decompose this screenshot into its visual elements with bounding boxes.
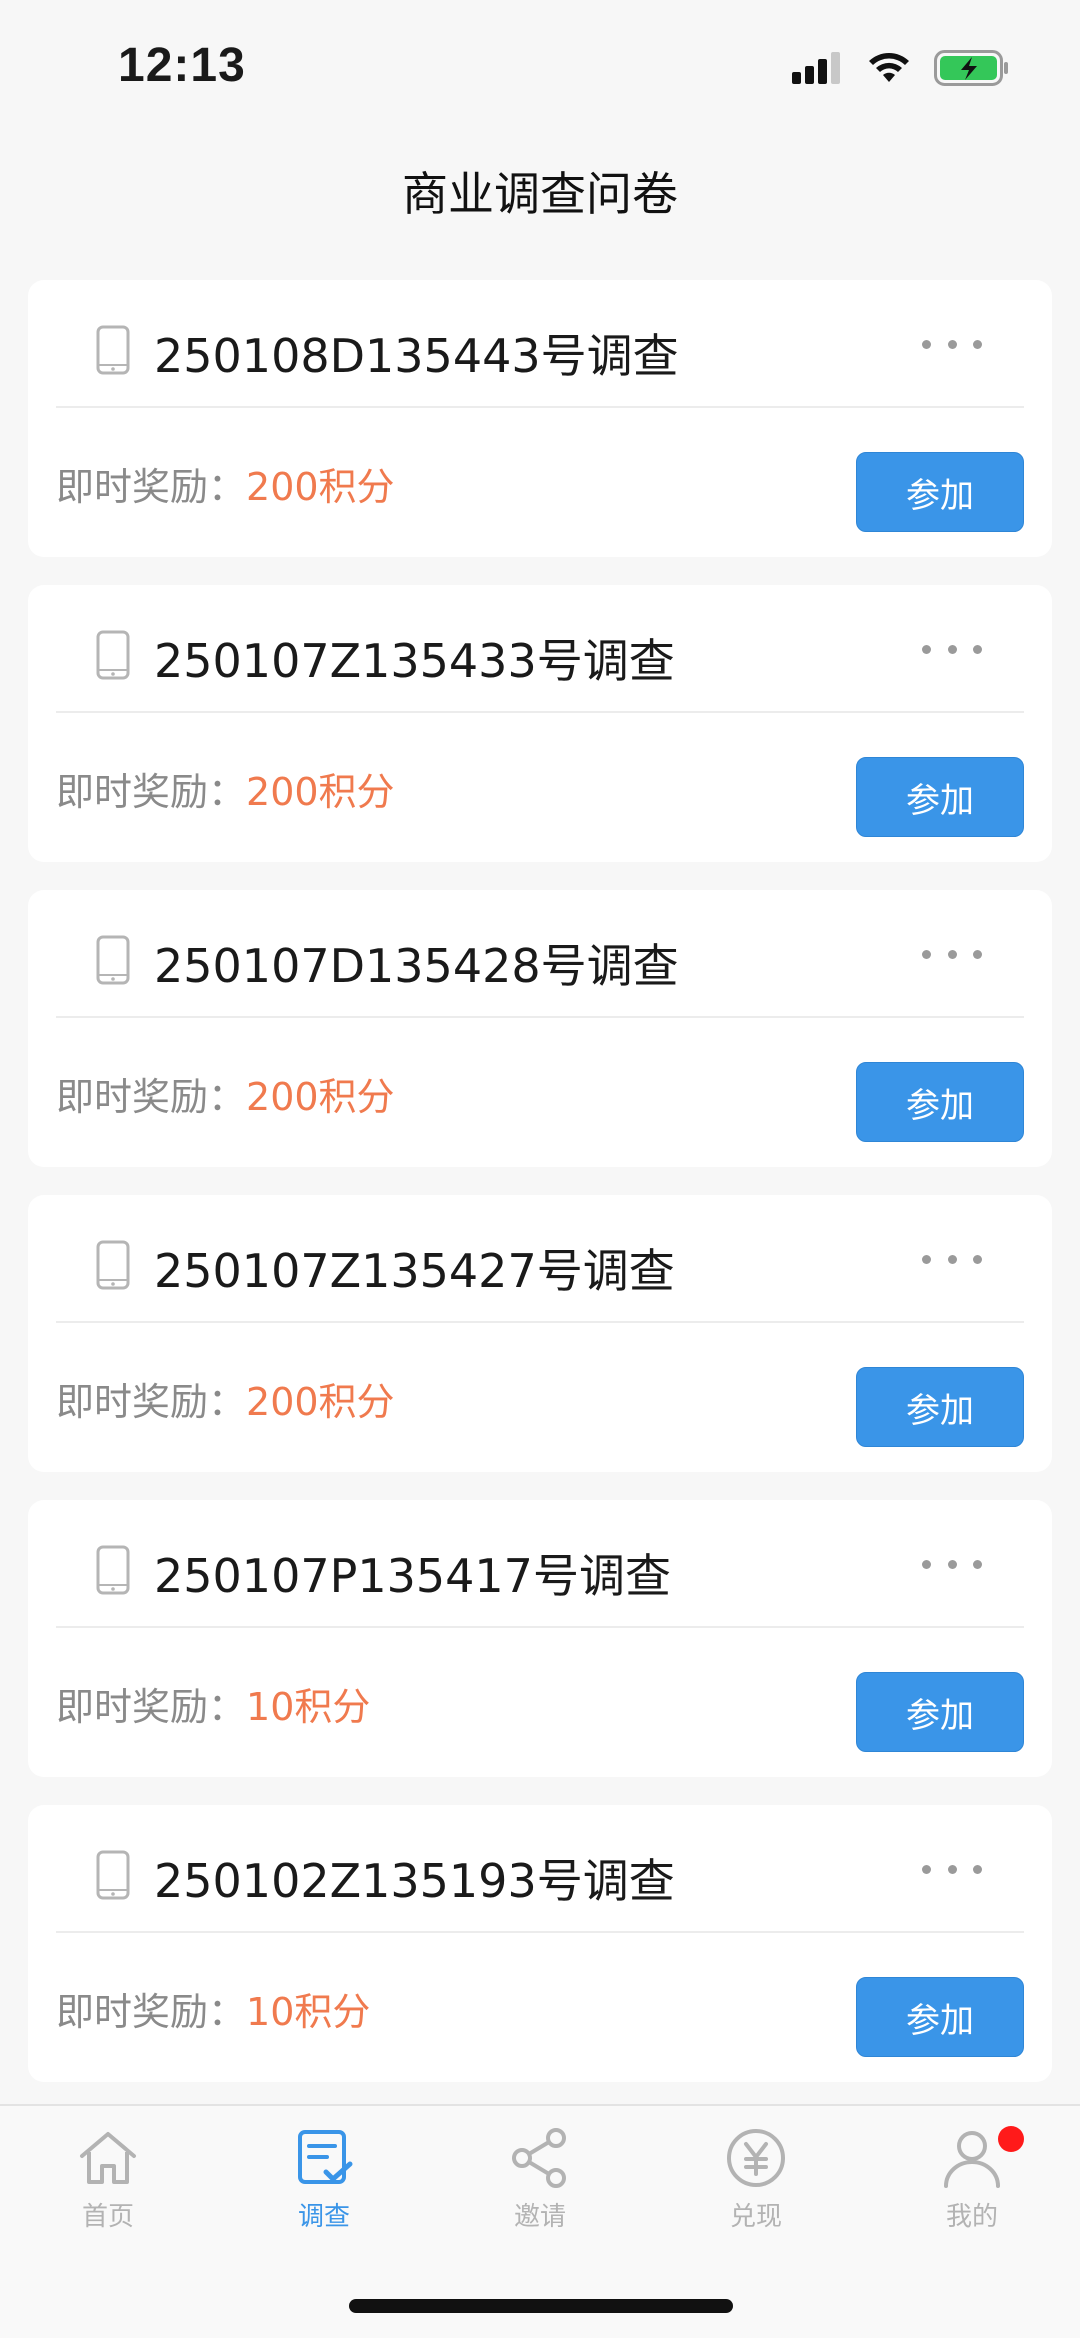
status-time: 12:13 <box>118 39 246 92</box>
reward-value: 200积分 <box>246 770 395 814</box>
more-options-icon[interactable] <box>922 1847 982 1891</box>
more-options-icon[interactable] <box>922 322 982 366</box>
join-button[interactable]: 参加 <box>856 1977 1024 2057</box>
tab-redeem[interactable]: 兑现 <box>676 2126 836 2256</box>
reward-row: 即时奖励：200积分 <box>56 1371 395 1426</box>
tablet-device-icon <box>96 1240 130 1290</box>
reward-value: 200积分 <box>246 1075 395 1119</box>
reward-row: 即时奖励：200积分 <box>56 761 395 816</box>
survey-card-header: 250107Z135433号调查 <box>56 585 1024 713</box>
tab-label-home: 首页 <box>81 2202 134 2232</box>
join-button[interactable]: 参加 <box>856 1672 1024 1752</box>
notification-badge <box>998 2126 1024 2152</box>
reward-label: 即时奖励： <box>56 1380 247 1424</box>
tab-label-invite: 邀请 <box>513 2202 566 2232</box>
share-icon <box>512 2128 566 2188</box>
nav-bar: 商业调查问卷 <box>0 130 1080 252</box>
reward-label: 即时奖励： <box>56 1990 247 2034</box>
join-button[interactable]: 参加 <box>856 452 1024 532</box>
more-options-icon[interactable] <box>922 932 982 976</box>
survey-title: 250107P135417号调查 <box>154 1549 671 1603</box>
wifi-icon <box>869 53 909 82</box>
battery-charging-icon <box>934 50 1008 86</box>
reward-row: 即时奖励：10积分 <box>56 1981 370 2036</box>
survey-card[interactable]: 250102Z135193号调查 即时奖励：10积分 参加 <box>28 1805 1052 2082</box>
tab-label-mine: 我的 <box>945 2202 998 2232</box>
tablet-device-icon <box>96 630 130 680</box>
tab-survey[interactable]: 调查 <box>244 2126 404 2256</box>
reward-value: 10积分 <box>246 1990 371 2034</box>
reward-label: 即时奖励： <box>56 1685 247 1729</box>
tab-label-survey: 调查 <box>297 2202 350 2232</box>
status-bar: 12:13 <box>0 0 1080 130</box>
reward-label: 即时奖励： <box>56 770 247 814</box>
more-options-icon[interactable] <box>922 1237 982 1281</box>
survey-list: 250108D135443号调查 即时奖励：200积分 参加 250107Z13… <box>28 280 1052 2110</box>
cellular-signal-icon <box>792 52 840 84</box>
yuan-coin-icon <box>727 2129 785 2187</box>
survey-title: 250107Z135427号调查 <box>154 1244 675 1298</box>
page-title: 商业调查问卷 <box>402 167 678 221</box>
reward-value: 200积分 <box>246 1380 395 1424</box>
more-options-icon[interactable] <box>922 1542 982 1586</box>
survey-card[interactable]: 250108D135443号调查 即时奖励：200积分 参加 <box>28 280 1052 557</box>
survey-title: 250107D135428号调查 <box>154 939 679 993</box>
survey-card[interactable]: 250107P135417号调查 即时奖励：10积分 参加 <box>28 1500 1052 1777</box>
survey-icon <box>298 2130 353 2184</box>
survey-card-header: 250107D135428号调查 <box>56 890 1024 1018</box>
join-button[interactable]: 参加 <box>856 757 1024 837</box>
join-button[interactable]: 参加 <box>856 1062 1024 1142</box>
survey-title: 250108D135443号调查 <box>154 329 679 383</box>
reward-label: 即时奖励： <box>56 465 247 509</box>
tablet-device-icon <box>96 1850 130 1900</box>
survey-card-header: 250107Z135427号调查 <box>56 1195 1024 1323</box>
more-options-icon[interactable] <box>922 627 982 671</box>
tab-label-redeem: 兑现 <box>729 2202 782 2232</box>
reward-row: 即时奖励：200积分 <box>56 1066 395 1121</box>
tab-invite[interactable]: 邀请 <box>460 2126 620 2256</box>
survey-card-header: 250108D135443号调查 <box>56 280 1024 408</box>
join-button[interactable]: 参加 <box>856 1367 1024 1447</box>
tablet-device-icon <box>96 1545 130 1595</box>
tab-home[interactable]: 首页 <box>28 2126 188 2256</box>
reward-value: 200积分 <box>246 465 395 509</box>
reward-row: 即时奖励：10积分 <box>56 1676 370 1731</box>
survey-card-header: 250107P135417号调查 <box>56 1500 1024 1628</box>
survey-card[interactable]: 250107Z135427号调查 即时奖励：200积分 参加 <box>28 1195 1052 1472</box>
survey-title: 250102Z135193号调查 <box>154 1854 675 1908</box>
home-icon <box>80 2132 136 2184</box>
tablet-device-icon <box>96 935 130 985</box>
survey-card[interactable]: 250107D135428号调查 即时奖励：200积分 参加 <box>28 890 1052 1167</box>
profile-icon <box>944 2131 1000 2188</box>
status-icons <box>792 50 1010 86</box>
survey-card[interactable]: 250107Z135433号调查 即时奖励：200积分 参加 <box>28 585 1052 862</box>
reward-label: 即时奖励： <box>56 1075 247 1119</box>
reward-value: 10积分 <box>246 1685 371 1729</box>
survey-title: 250107Z135433号调查 <box>154 634 675 688</box>
tab-mine[interactable]: 我的 <box>892 2126 1052 2256</box>
reward-row: 即时奖励：200积分 <box>56 456 395 511</box>
home-indicator <box>349 2299 733 2313</box>
tablet-device-icon <box>96 325 130 375</box>
survey-card-header: 250102Z135193号调查 <box>56 1805 1024 1933</box>
